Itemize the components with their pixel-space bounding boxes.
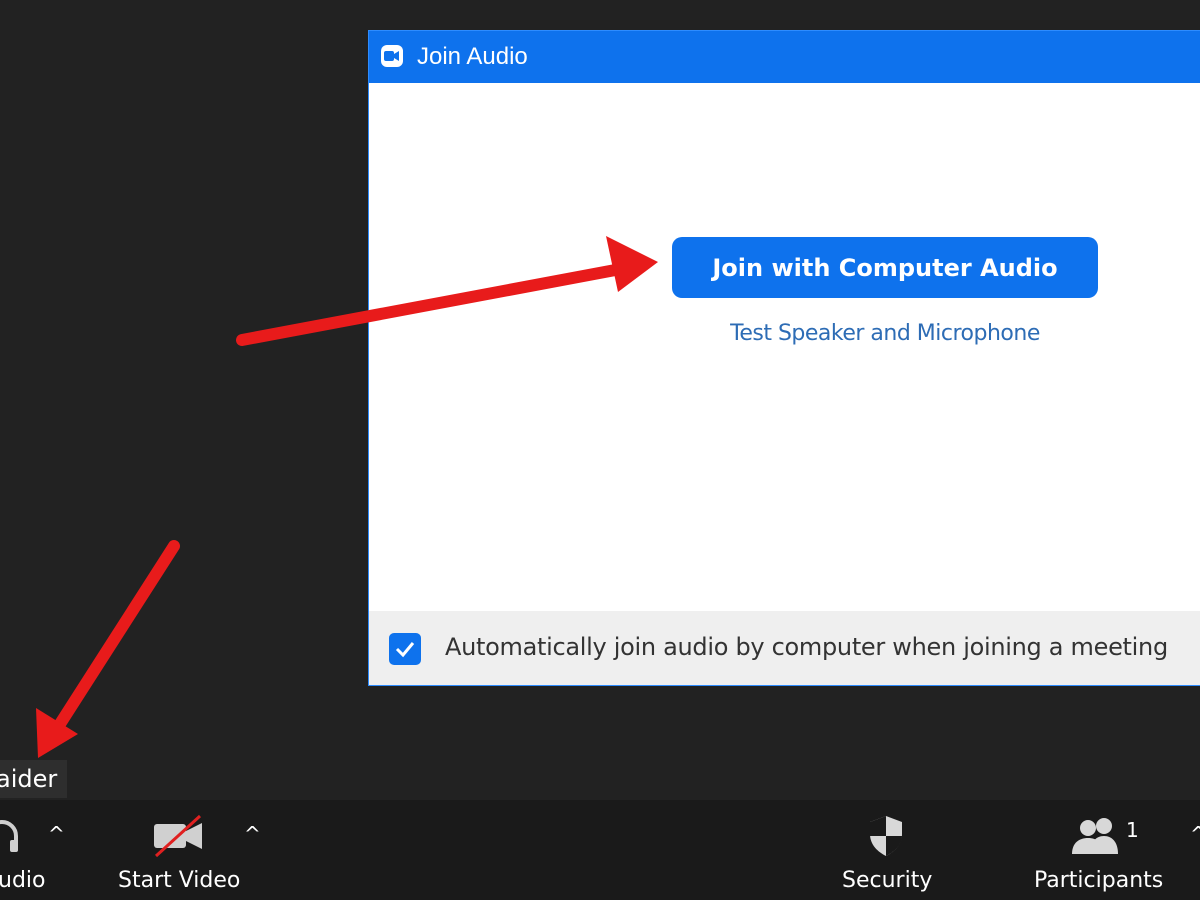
join-audio-dialog: Join Audio Join with Computer Audio Test… — [368, 30, 1200, 686]
meeting-toolbar: ^ udio ^ Start Video Security 1 ^ Partic… — [0, 800, 1200, 900]
zoom-camera-icon — [381, 45, 403, 67]
participants-count: 1 — [1126, 818, 1139, 842]
security-label[interactable]: Security — [842, 868, 932, 893]
join-audio-label[interactable]: udio — [0, 868, 45, 893]
participant-name-tag: aider — [0, 760, 68, 798]
test-speaker-microphone-link[interactable]: Test Speaker and Microphone — [672, 321, 1098, 346]
checkmark-icon — [395, 642, 415, 658]
auto-join-label[interactable]: Automatically join audio by computer whe… — [445, 633, 1168, 661]
dialog-title: Join Audio — [417, 43, 528, 70]
auto-join-checkbox[interactable] — [389, 633, 421, 665]
join-computer-audio-button[interactable]: Join with Computer Audio — [672, 237, 1098, 298]
arrow-to-name-tag — [36, 540, 180, 758]
video-off-icon[interactable] — [152, 814, 206, 863]
shield-icon[interactable] — [866, 814, 906, 863]
video-options-caret[interactable]: ^ — [244, 822, 261, 846]
participants-icon[interactable] — [1070, 816, 1124, 861]
participants-label[interactable]: Participants — [1034, 868, 1163, 893]
dialog-footer: Automatically join audio by computer whe… — [369, 611, 1200, 685]
start-video-label[interactable]: Start Video — [118, 868, 240, 893]
participants-options-caret[interactable]: ^ — [1190, 822, 1200, 846]
audio-options-caret[interactable]: ^ — [48, 822, 65, 846]
headphone-icon[interactable] — [0, 816, 22, 861]
dialog-titlebar[interactable]: Join Audio — [369, 31, 1200, 83]
